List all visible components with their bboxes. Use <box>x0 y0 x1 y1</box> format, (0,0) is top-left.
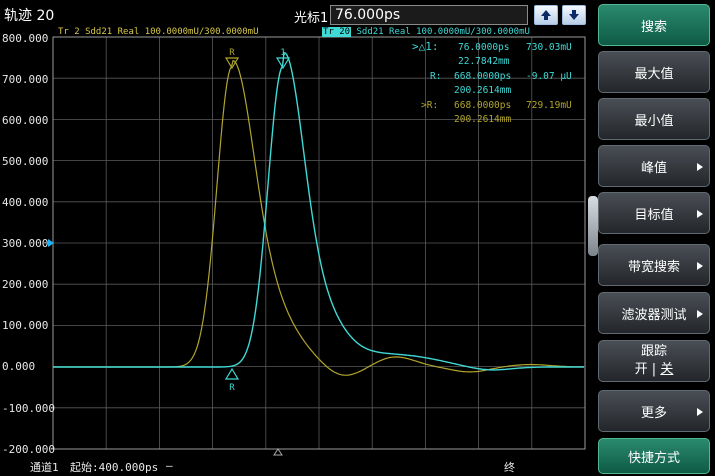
target-button[interactable]: 目标值 <box>598 192 710 234</box>
filter-test-label: 滤波器测试 <box>621 307 687 323</box>
y-tick-label: -100.000 <box>2 402 55 415</box>
readout-line3-x: 668.0000ps <box>454 100 512 111</box>
max-value-label: 最大值 <box>634 66 674 82</box>
readout-line2-y: -9.07 μU <box>526 71 572 82</box>
readout-line1-dist: 22.7842mm <box>458 56 510 67</box>
marker-value-input[interactable] <box>330 5 528 25</box>
more-label: 更多 <box>640 405 667 421</box>
search-menu-title-label: 搜索 <box>640 19 667 35</box>
submenu-arrow-icon <box>697 310 703 318</box>
readout-line3-prefix: >R: <box>421 100 439 111</box>
readout-line1-prefix: >△1: <box>412 40 439 53</box>
shortcut-label: 快捷方式 <box>627 450 680 466</box>
stop-value[interactable]: 终止:1.20000ns <box>504 459 592 476</box>
more-button[interactable]: 更多 <box>598 390 710 432</box>
y-tick-label: 400.000 <box>2 196 49 209</box>
reference-level-marker-icon[interactable] <box>48 239 54 247</box>
y-tick-label: 600.000 <box>2 114 49 127</box>
search-menu-title[interactable]: 搜索 <box>598 4 710 46</box>
marker-decrement-button[interactable] <box>562 5 586 25</box>
shortcut-button[interactable]: 快捷方式 <box>598 438 710 474</box>
y-tick-label: 0.000 <box>2 360 36 373</box>
trace-20-header-text: Sdd21 Real 100.0000mU/300.0000mU <box>351 27 530 37</box>
peak-button[interactable]: 峰值 <box>598 145 710 187</box>
readout-line3-y: 729.19mU <box>526 100 572 111</box>
tracking-off-label: 关 <box>660 362 674 377</box>
readout-line3-dist: 200.2614mm <box>454 114 512 125</box>
tracking-on-label: 开 <box>634 362 648 377</box>
readout-line2-x: 668.0000ps <box>454 71 512 82</box>
softkey-panel: 搜索 最大值 最小值 峰值 目标值 带宽搜索 滤波器测试 跟踪 开 | 关 更多… <box>588 0 715 476</box>
bandwidth-search-button[interactable]: 带宽搜索 <box>598 244 710 286</box>
plot-grid <box>53 37 585 449</box>
marker-1-label: 1 <box>280 48 285 58</box>
tracking-label: 跟踪 <box>640 344 667 359</box>
submenu-arrow-icon <box>697 210 703 218</box>
readout-line2-prefix: R: <box>430 71 442 82</box>
trace20-ref-marker-bottom[interactable]: R <box>224 367 240 393</box>
tracking-state: 开 | 关 <box>634 362 674 377</box>
min-value-button[interactable]: 最小值 <box>598 98 710 140</box>
marker-triangle-up-icon <box>224 367 240 380</box>
active-trace-title: 轨迹 20 <box>4 8 55 24</box>
start-value[interactable]: 起始:400.000ps <box>70 459 158 475</box>
y-tick-label: 300.000 <box>2 237 49 250</box>
channel-label: 通道1 <box>30 461 59 474</box>
submenu-arrow-icon <box>697 408 703 416</box>
tracking-toggle-button[interactable]: 跟踪 开 | 关 <box>598 340 710 382</box>
min-value-label: 最小值 <box>634 113 674 129</box>
trace20-ref-label: R <box>229 383 235 393</box>
readout-line2-dist: 200.2614mm <box>454 85 512 96</box>
y-tick-label: 800.000 <box>2 32 49 45</box>
y-tick-label: 500.000 <box>2 155 49 168</box>
arrow-up-icon <box>541 10 551 20</box>
marker-label: 光标1 <box>294 11 329 26</box>
peak-label: 峰值 <box>640 160 667 176</box>
status-bar: 通道1 起始:400.000ps — 终止:1.20000ns <box>0 456 592 476</box>
filter-test-button[interactable]: 滤波器测试 <box>598 292 710 334</box>
panel-collapse-handle[interactable] <box>588 196 598 256</box>
y-tick-label: 200.000 <box>2 278 49 291</box>
marker-increment-button[interactable] <box>534 5 558 25</box>
submenu-arrow-icon <box>697 163 703 171</box>
status-dash: — <box>166 459 173 472</box>
trace-2-header[interactable]: Tr 2 Sdd21 Real 100.0000mU/300.0000mU <box>58 27 258 37</box>
max-value-button[interactable]: 最大值 <box>598 51 710 93</box>
top-bar: 轨迹 20 光标1 <box>0 0 592 28</box>
y-tick-label: 700.000 <box>2 73 49 86</box>
y-tick-label: -200.000 <box>2 443 55 456</box>
trace-20-tag: Tr 20 <box>322 27 352 37</box>
trace-20-header[interactable]: Tr 20 Sdd21 Real 100.0000mU/300.0000mU <box>322 27 530 37</box>
target-label: 目标值 <box>634 207 674 223</box>
submenu-arrow-icon <box>697 262 703 270</box>
stimulus-pointer-icon <box>273 448 283 456</box>
y-tick-label: 100.000 <box>2 319 49 332</box>
trace2-ref-label: R <box>229 48 235 58</box>
readout-line1-y: 730.03mU <box>526 42 572 53</box>
arrow-down-icon <box>569 10 579 20</box>
bandwidth-search-label: 带宽搜索 <box>627 259 680 275</box>
readout-line1-x: 76.0000ps <box>458 42 510 53</box>
